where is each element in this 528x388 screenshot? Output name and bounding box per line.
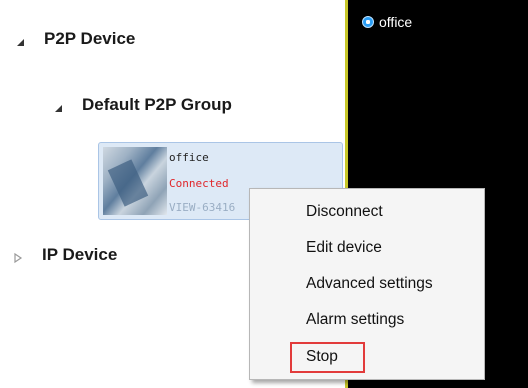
device-id: VIEW-63416: [169, 201, 236, 214]
device-name: office: [169, 151, 209, 164]
tree-node-label: P2P Device: [44, 29, 136, 48]
video-channel-header: office: [362, 14, 412, 30]
expanded-triangle-icon[interactable]: [14, 33, 26, 46]
menu-item-alarm-settings[interactable]: Alarm settings: [306, 311, 404, 329]
collapsed-triangle-icon[interactable]: [12, 249, 24, 264]
thumbnail-image: [107, 159, 149, 207]
expanded-triangle-icon[interactable]: [52, 99, 64, 112]
tree-node-p2p-device[interactable]: P2P Device: [14, 29, 135, 49]
menu-item-disconnect[interactable]: Disconnect: [306, 203, 383, 221]
menu-item-advanced-settings[interactable]: Advanced settings: [306, 275, 433, 293]
menu-item-edit-device[interactable]: Edit device: [306, 239, 382, 257]
camera-thumbnail: [103, 147, 167, 215]
context-menu: Disconnect Edit device Advanced settings…: [249, 188, 485, 380]
tree-node-default-p2p-group[interactable]: Default P2P Group: [52, 95, 232, 115]
tree-node-label: IP Device: [42, 245, 118, 264]
video-channel-label: office: [379, 14, 413, 30]
tree-node-label: Default P2P Group: [82, 95, 232, 114]
device-status: Connected: [169, 177, 229, 190]
radio-status-icon: [362, 16, 374, 28]
menu-item-stop[interactable]: Stop: [290, 342, 365, 373]
tree-node-ip-device[interactable]: IP Device: [12, 245, 117, 265]
